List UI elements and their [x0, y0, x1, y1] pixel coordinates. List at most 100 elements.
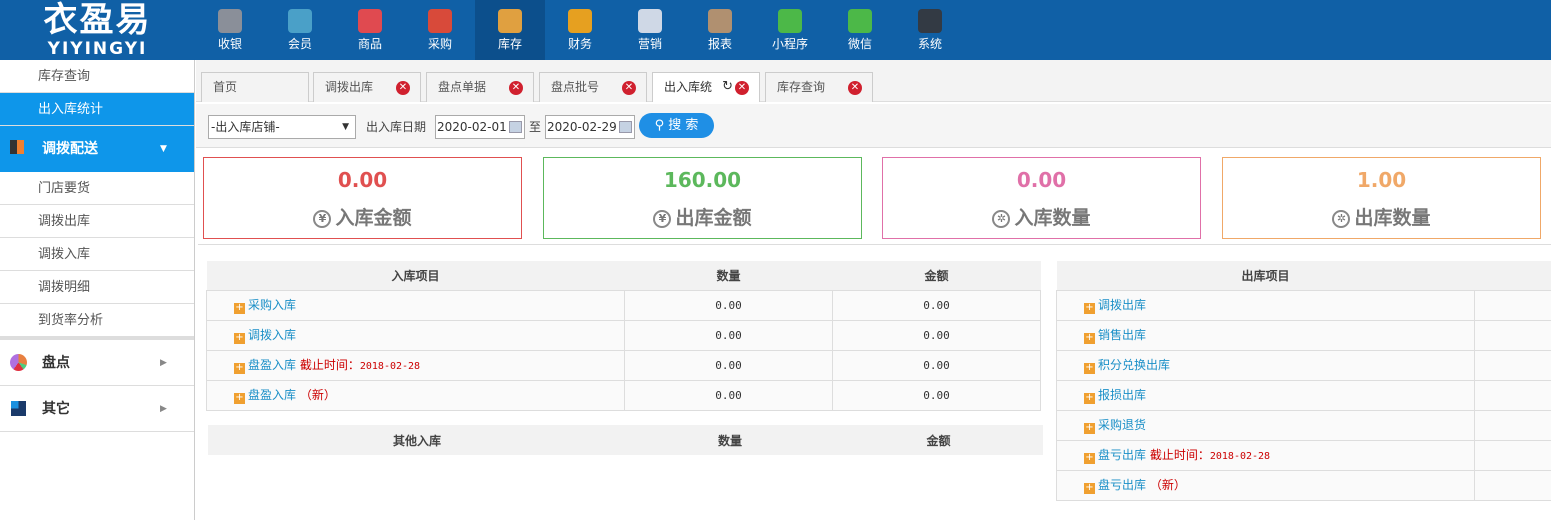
item-name-cell[interactable]: + 采购入库: [206, 289, 625, 321]
caret-right-icon: ▶: [160, 404, 167, 414]
nav-item[interactable]: 库存: [475, 0, 545, 60]
close-icon[interactable]: ✕: [396, 81, 410, 95]
nav-label: 会员: [287, 37, 312, 51]
item-name-cell[interactable]: + 采购退货: [1056, 409, 1475, 441]
nav-label: 采购: [427, 37, 452, 51]
table-row: + 采购退货: [1056, 409, 1551, 441]
table-row: + 盘盈入库 （新） 0.00 0.00: [206, 379, 1041, 411]
start-date-input[interactable]: 2020-02-01: [435, 115, 525, 139]
sidebar-item-stock-query[interactable]: 库存查询: [0, 60, 194, 93]
expand-icon[interactable]: +: [234, 303, 245, 314]
sidebar: 库存查询 出入库统计 调拨配送 ▼ 门店要货 调拨出库 调拨入库 调拨明细 到货率分析 …: [0, 60, 195, 520]
calendar-icon[interactable]: [619, 121, 632, 133]
nav-item[interactable]: 微信: [825, 0, 895, 60]
tab[interactable]: 库存查询 ✕: [765, 72, 873, 102]
expand-icon[interactable]: +: [1084, 453, 1095, 464]
tab[interactable]: 盘点单据 ✕: [426, 72, 534, 102]
close-icon[interactable]: ✕: [848, 81, 862, 95]
search-button[interactable]: ⚲ 搜 索: [639, 113, 714, 138]
nav-item[interactable]: 报表: [685, 0, 755, 60]
logo-subtext: YIYINGYI: [47, 39, 148, 59]
item-link[interactable]: 调拨入库: [248, 328, 296, 342]
yen-icon: ¥: [313, 210, 332, 228]
item-name-cell[interactable]: + 盘亏出库 截止时间：2018-02-28: [1056, 439, 1475, 471]
item-name-cell[interactable]: + 调拨入库: [206, 319, 625, 351]
sidebar-subitem[interactable]: 调拨出库: [0, 205, 194, 238]
expand-icon[interactable]: +: [1084, 393, 1095, 404]
nav-icon: [358, 9, 382, 33]
item-name-cell[interactable]: + 报损出库: [1056, 379, 1475, 411]
nav-item[interactable]: 系统: [895, 0, 965, 60]
close-icon[interactable]: ✕: [735, 81, 749, 95]
expand-icon[interactable]: +: [234, 393, 245, 404]
column-header: 数量: [626, 425, 834, 455]
close-icon[interactable]: ✕: [509, 81, 523, 95]
nav-item[interactable]: 小程序: [755, 0, 825, 60]
nav-item[interactable]: 商品: [335, 0, 405, 60]
expand-icon[interactable]: +: [1084, 303, 1095, 314]
item-link[interactable]: 销售出库: [1098, 328, 1146, 342]
expand-icon[interactable]: +: [234, 363, 245, 374]
sidebar-group-inventory[interactable]: 盘点 ▶: [0, 340, 194, 386]
stat-value: 0.00: [337, 168, 388, 192]
sidebar-subitem[interactable]: 调拨入库: [0, 238, 194, 271]
item-link[interactable]: 积分兑换出库: [1098, 358, 1170, 372]
nav-item[interactable]: 营销: [615, 0, 685, 60]
item-name-cell[interactable]: + 盘盈入库 （新）: [206, 379, 625, 411]
column-header: 出库项目: [1056, 261, 1475, 290]
nav-icon: [848, 9, 872, 33]
sidebar-subitem[interactable]: 到货率分析: [0, 304, 194, 337]
item-link[interactable]: 调拨出库: [1098, 298, 1146, 312]
nav-item[interactable]: 收银: [195, 0, 265, 60]
item-link[interactable]: 采购退货: [1098, 418, 1146, 432]
close-icon[interactable]: ✕: [622, 81, 636, 95]
transfer-icon: [10, 140, 24, 154]
nav-item[interactable]: 财务: [545, 0, 615, 60]
sidebar-group-label: 盘点: [42, 355, 70, 371]
item-link[interactable]: 盘亏出库: [1098, 478, 1146, 492]
item-note: （新）: [1149, 478, 1186, 492]
item-link[interactable]: 盘亏出库: [1098, 448, 1146, 462]
tab[interactable]: 首页: [201, 72, 309, 102]
expand-icon[interactable]: +: [234, 333, 245, 344]
sidebar-group-transfer[interactable]: 调拨配送 ▼: [0, 126, 194, 172]
expand-icon[interactable]: +: [1084, 423, 1095, 434]
sidebar-subitem[interactable]: 调拨明细: [0, 271, 194, 304]
tab[interactable]: 调拨出库 ✕: [313, 72, 421, 102]
store-select[interactable]: -出入库店铺- ▼: [208, 115, 356, 139]
nav-label: 商品: [357, 37, 382, 51]
qty-cell: [1474, 289, 1551, 321]
table-row: + 盘亏出库 （新）: [1056, 469, 1551, 501]
amount-cell: 0.00: [832, 349, 1041, 381]
column-header: 金额: [834, 425, 1043, 455]
item-name-cell[interactable]: + 盘亏出库 （新）: [1056, 469, 1475, 501]
sidebar-item-in-out-stats[interactable]: 出入库统计: [0, 93, 194, 126]
nav-item[interactable]: 采购: [405, 0, 475, 60]
sidebar-group-label: 其它: [42, 401, 70, 417]
tab[interactable]: 出入库统 ↻ ✕: [652, 72, 760, 102]
top-nav: 收银 会员 商品 采购 库存 财务 营销 报表 小程序 微信 系统: [195, 0, 965, 60]
nav-label: 财务: [567, 37, 592, 51]
item-link[interactable]: 报损出库: [1098, 388, 1146, 402]
expand-icon[interactable]: +: [1084, 363, 1095, 374]
item-link[interactable]: 盘盈入库: [248, 388, 296, 402]
end-date-input[interactable]: 2020-02-29: [545, 115, 635, 139]
table-row: + 盘盈入库 截止时间：2018-02-28 0.00 0.00: [206, 349, 1041, 381]
sidebar-subitem[interactable]: 门店要货: [0, 172, 194, 205]
qty-cell: [1474, 469, 1551, 501]
calendar-icon[interactable]: [509, 121, 522, 133]
expand-icon[interactable]: +: [1084, 333, 1095, 344]
item-name-cell[interactable]: + 积分兑换出库: [1056, 349, 1475, 381]
item-name-cell[interactable]: + 盘盈入库 截止时间：2018-02-28: [206, 349, 625, 381]
sidebar-group-other[interactable]: 其它 ▶: [0, 386, 194, 432]
tab[interactable]: 盘点批号 ✕: [539, 72, 647, 102]
item-name-cell[interactable]: + 销售出库: [1056, 319, 1475, 351]
nav-label: 收银: [217, 37, 242, 51]
nav-item[interactable]: 会员: [265, 0, 335, 60]
nav-label: 库存: [497, 37, 522, 51]
item-link[interactable]: 采购入库: [248, 298, 296, 312]
refresh-icon[interactable]: ↻: [722, 73, 733, 101]
expand-icon[interactable]: +: [1084, 483, 1095, 494]
item-name-cell[interactable]: + 调拨出库: [1056, 289, 1475, 321]
item-link[interactable]: 盘盈入库: [248, 358, 296, 372]
